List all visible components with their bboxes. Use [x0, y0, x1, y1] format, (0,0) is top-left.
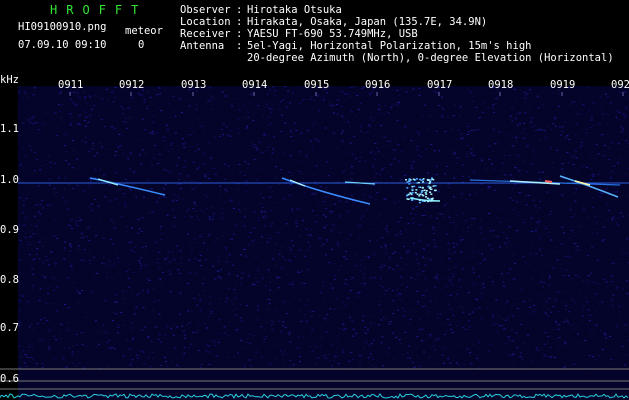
- x-tick-label: 0913: [181, 79, 207, 91]
- brand-logo: HROFFT: [50, 3, 148, 17]
- y-tick-label: 0.6: [0, 373, 19, 385]
- x-tick-label: 0919: [550, 79, 576, 91]
- receiver-sep: :: [236, 28, 243, 40]
- location-key: Location: [180, 16, 231, 28]
- x-tick-label: 0914: [242, 79, 268, 91]
- receiver-value: YAESU FT-690 53.749MHz, USB: [247, 28, 418, 40]
- y-tick-label: 0.9: [0, 224, 19, 236]
- observer-value: Hirotaka Otsuka: [247, 4, 342, 16]
- y-axis-unit: kHz: [0, 74, 19, 86]
- observer-key: Observer: [180, 4, 231, 16]
- file-datetime: 07.09.10 09:10: [18, 39, 107, 51]
- meteor-count: 0: [138, 39, 145, 51]
- observer-sep: :: [236, 4, 243, 16]
- y-tick-label: 1.1: [0, 123, 19, 135]
- meteor-label: meteor: [125, 25, 163, 37]
- location-sep: :: [236, 16, 243, 28]
- spectrogram-background: [18, 86, 629, 400]
- antenna-value-2: 20-degree Azimuth (North), 0-degree Elev…: [247, 52, 614, 64]
- x-tick-label: 0918: [488, 79, 514, 91]
- file-name: HI09100910.png: [18, 21, 107, 33]
- x-tick-label: 0911: [58, 79, 84, 91]
- location-value: Hirakata, Osaka, Japan (135.7E, 34.9N): [247, 16, 488, 28]
- receiver-key: Receiver: [180, 28, 231, 40]
- y-tick-label: 0.8: [0, 274, 19, 286]
- antenna-sep: :: [236, 40, 243, 52]
- y-tick-label: 0.7: [0, 322, 19, 334]
- x-tick-label: 0917: [427, 79, 453, 91]
- antenna-value: 5el-Yagi, Horizontal Polarization, 15m's…: [247, 40, 532, 52]
- x-tick-label: 0915: [304, 79, 330, 91]
- x-tick-label: 092: [611, 79, 629, 91]
- antenna-key: Antenna: [180, 40, 225, 52]
- y-tick-label: 1.0: [0, 174, 19, 186]
- x-tick-label: 0912: [119, 79, 145, 91]
- x-tick-label: 0916: [365, 79, 391, 91]
